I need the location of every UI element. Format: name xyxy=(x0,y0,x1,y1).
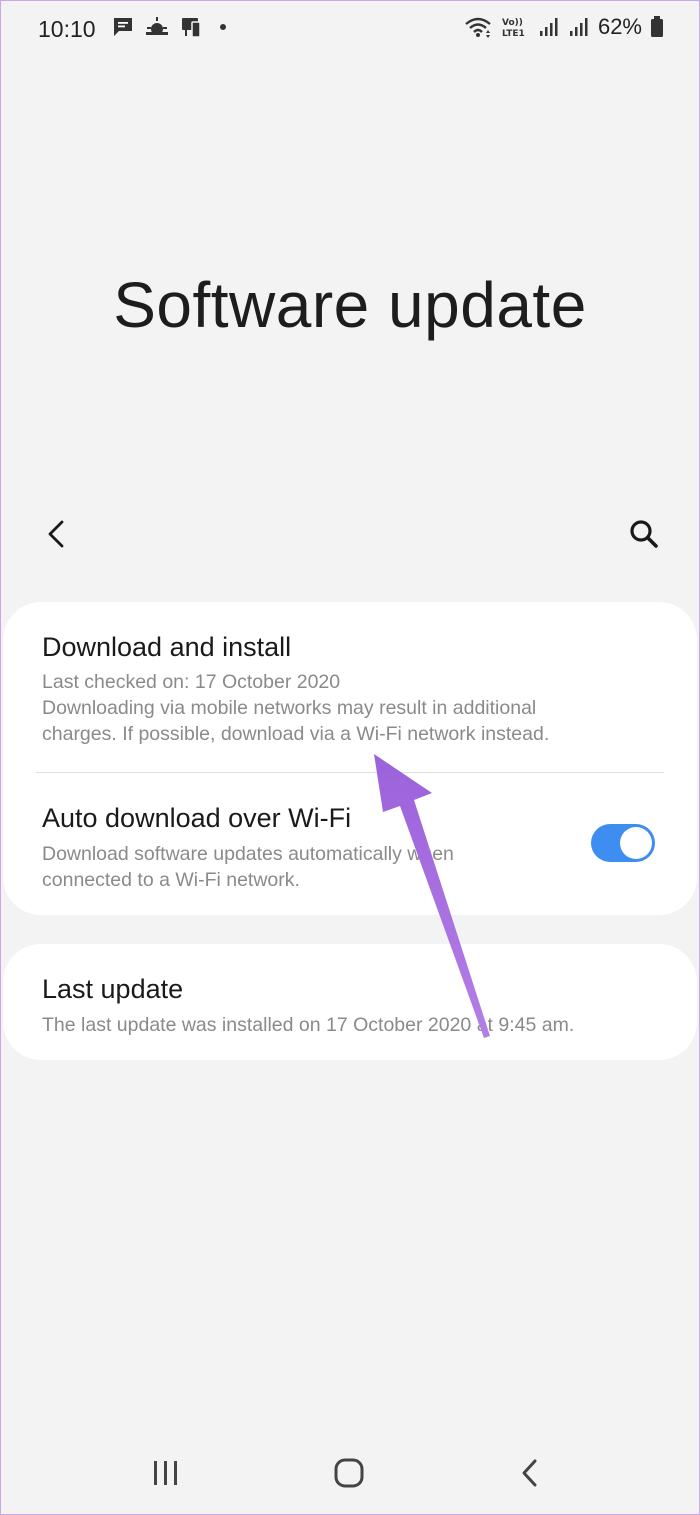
battery-percent: 62% xyxy=(597,14,642,39)
search-icon xyxy=(630,520,658,548)
page-title: Software update xyxy=(113,269,587,341)
navigation-bar xyxy=(0,1440,700,1510)
mobile-network-note-line2: charges. If possible, download via a Wi-… xyxy=(42,723,550,745)
volte-lte-icon: Vo)) LTE1 xyxy=(502,18,525,39)
last-update-title: Last update xyxy=(42,974,184,1004)
weather-icon xyxy=(146,17,168,35)
status-bar: 10:10 Vo)) LTE1 62% xyxy=(0,0,700,60)
update-settings-card: Download and install Last checked on: 17… xyxy=(3,602,697,915)
last-update-desc: The last update was installed on 17 Octo… xyxy=(42,1014,575,1036)
auto-download-desc-line2: connected to a Wi-Fi network. xyxy=(42,869,300,891)
download-and-install-title: Download and install xyxy=(42,632,292,662)
svg-text:LTE1: LTE1 xyxy=(502,29,525,39)
battery-icon xyxy=(651,16,663,37)
status-time: 10:10 xyxy=(38,16,96,42)
system-icons: Vo)) LTE1 62% xyxy=(464,14,664,40)
nav-back-icon xyxy=(522,1459,537,1487)
svg-text:Vo)): Vo)) xyxy=(502,18,523,28)
auto-download-toggle[interactable] xyxy=(591,824,655,862)
recents-icon xyxy=(154,1461,177,1485)
signal-icon xyxy=(539,18,558,36)
message-icon xyxy=(114,18,132,36)
last-checked-text: Last checked on: 17 October 2020 xyxy=(42,671,341,693)
signal-icon-2 xyxy=(569,18,588,36)
mobile-network-note-line1: Downloading via mobile networks may resu… xyxy=(42,697,537,719)
home-icon xyxy=(334,1458,364,1488)
wifi-icon xyxy=(465,17,491,38)
search-button[interactable] xyxy=(620,512,668,556)
notification-icons xyxy=(112,16,226,38)
last-update-card[interactable]: Last update The last update was installe… xyxy=(3,944,697,1060)
back-button[interactable] xyxy=(34,512,78,556)
more-notifications-dot xyxy=(220,24,226,30)
nav-back-button[interactable] xyxy=(517,1458,543,1493)
auto-download-desc-line1: Download software updates automatically … xyxy=(42,843,454,865)
toggle-knob xyxy=(620,827,652,859)
download-and-install-item[interactable]: Download and install Last checked on: 17… xyxy=(3,602,697,772)
home-button[interactable] xyxy=(333,1457,365,1494)
screencast-icon xyxy=(182,18,201,38)
auto-download-title: Auto download over Wi-Fi xyxy=(42,803,352,833)
chevron-left-icon xyxy=(48,520,64,548)
recents-button[interactable] xyxy=(150,1458,182,1493)
